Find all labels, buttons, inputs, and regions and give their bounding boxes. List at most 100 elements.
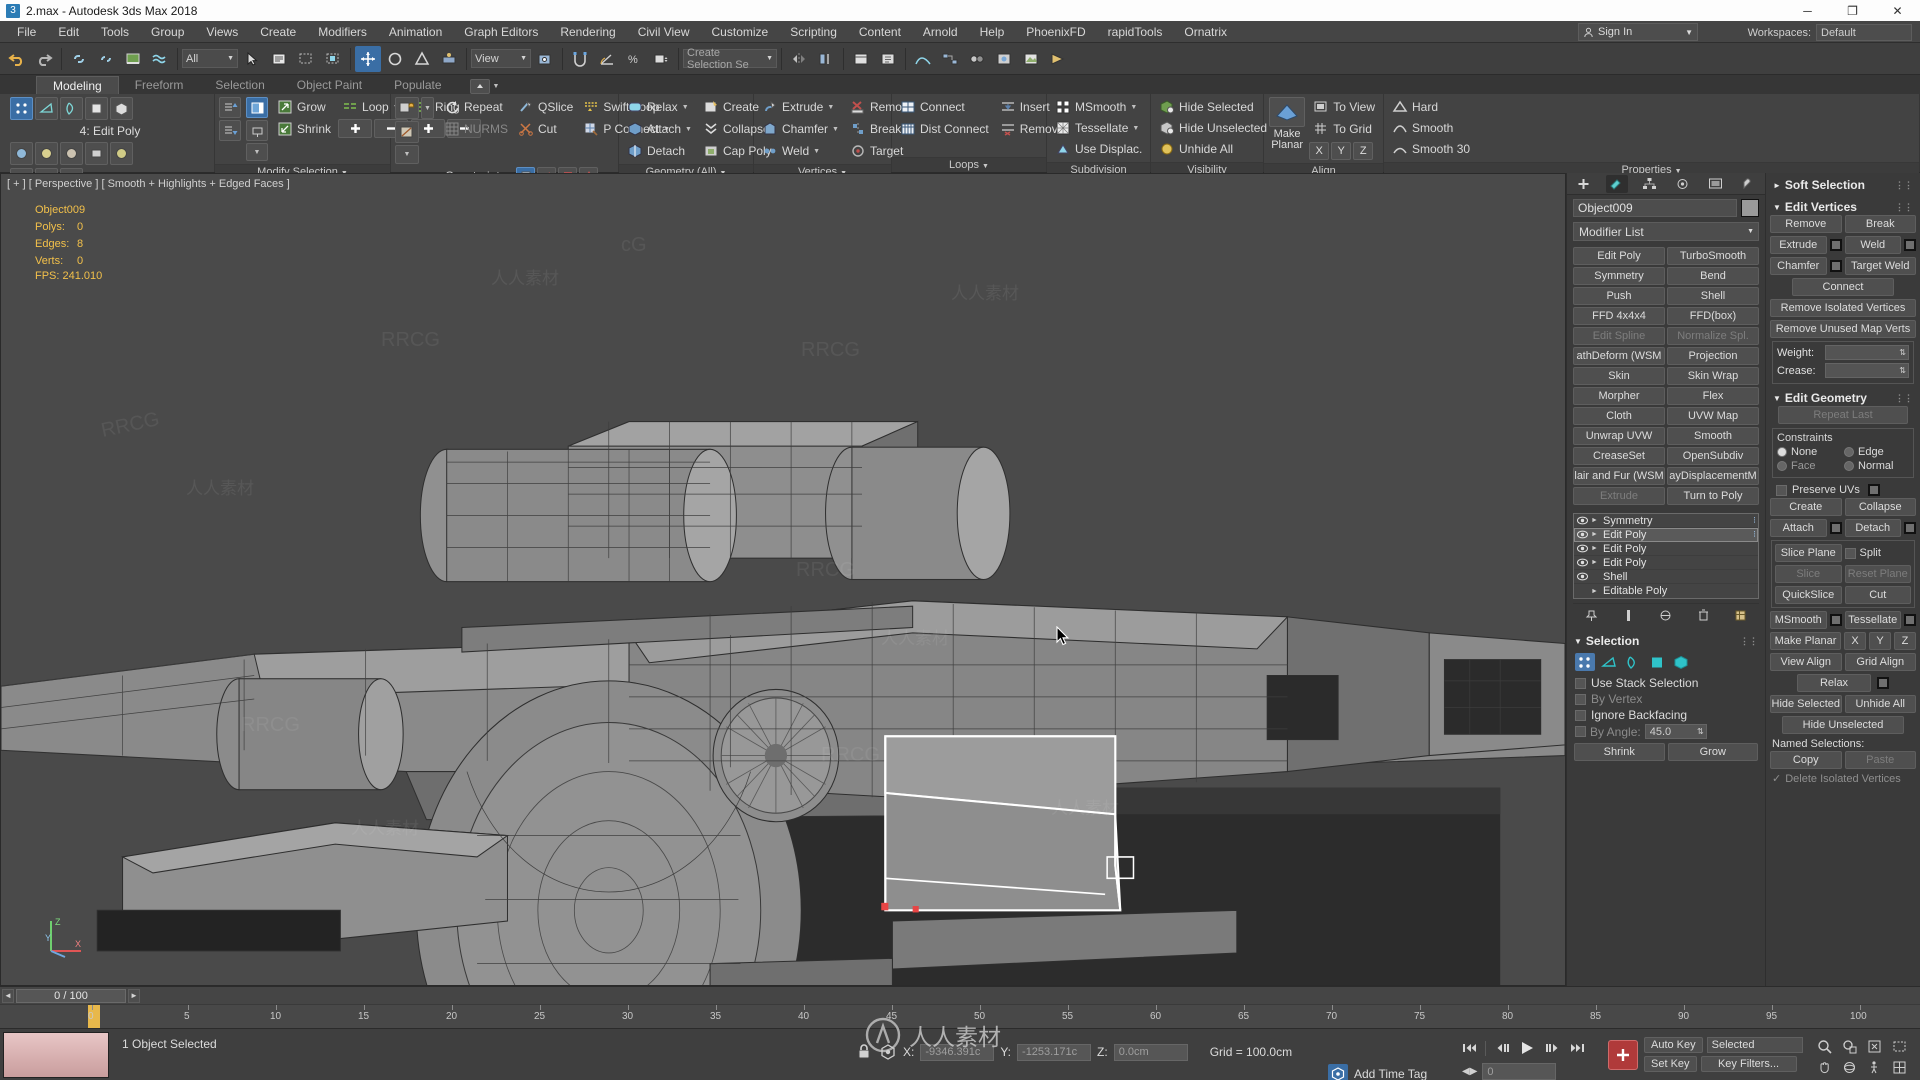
motion-tab-icon[interactable] — [1672, 175, 1694, 193]
modifier-turn-to-poly[interactable]: Turn to Poly — [1667, 487, 1759, 505]
chevron-down-icon[interactable]: ▼ — [493, 83, 500, 90]
stack-item-editable-poly[interactable]: ► Editable Poly — [1574, 584, 1758, 598]
go-to-start-icon[interactable] — [1460, 1039, 1478, 1057]
modifier-shell[interactable]: Shell — [1667, 287, 1759, 305]
constraint-edge-radio-row[interactable]: Edge — [1844, 446, 1909, 458]
next-frame-icon[interactable] — [1543, 1039, 1561, 1057]
extrude-settings-icon[interactable] — [1829, 239, 1842, 251]
expand-arrow-icon[interactable]: ► — [1591, 517, 1599, 524]
remove-isolated-vertices-button[interactable]: Remove Isolated Vertices — [1770, 299, 1916, 317]
selection-mode-polygon[interactable] — [1647, 653, 1667, 671]
smooth-button[interactable]: Smooth — [1388, 118, 1457, 138]
symmetry-tools-icon[interactable] — [35, 142, 58, 165]
constraint-normal-radio[interactable] — [1844, 461, 1854, 471]
modifier-normalize-spline[interactable]: Normalize Spl. — [1667, 327, 1759, 345]
remove-unused-map-verts-button[interactable]: Remove Unused Map Verts — [1770, 320, 1916, 338]
constraint-dropdown-icon[interactable]: ▼ — [421, 97, 434, 119]
menu-edit[interactable]: Edit — [47, 21, 90, 43]
by-angle-checkbox[interactable] — [1575, 726, 1586, 737]
reset-plane-button[interactable]: Reset Plane — [1844, 565, 1911, 583]
shrink-button[interactable]: Shrink — [273, 119, 335, 139]
reference-coordinate-system-select[interactable]: View ▼ — [471, 49, 531, 68]
detach-settings-icon[interactable] — [1904, 522, 1916, 534]
render-production-icon[interactable] — [1045, 46, 1071, 72]
ribbon-tab-object-paint[interactable]: Object Paint — [281, 76, 378, 94]
chevron-down-icon[interactable]: ▼ — [685, 126, 692, 133]
chamfer-vertices-button[interactable]: Chamfer — [1770, 257, 1827, 275]
minimize-button[interactable]: ─ — [1785, 0, 1830, 21]
mini-listener-window[interactable] — [3, 1032, 109, 1078]
pin-stack-icon[interactable] — [1585, 609, 1598, 622]
weld-settings-icon[interactable] — [1904, 239, 1916, 251]
selection-mode-border[interactable] — [1623, 653, 1643, 671]
qslice-button[interactable]: QSlice — [514, 97, 577, 117]
ribbon-minimize-control[interactable]: ▼ — [469, 79, 500, 94]
connect-button[interactable]: Connect — [896, 97, 993, 117]
modifier-skin[interactable]: Skin — [1573, 367, 1665, 385]
weight-spinner[interactable]: ⇅ — [1825, 345, 1909, 360]
ignore-backfacing-checkbox[interactable] — [1575, 709, 1586, 721]
split-checkbox[interactable] — [1844, 547, 1856, 559]
menu-customize[interactable]: Customize — [701, 21, 780, 43]
make-editable-poly-icon[interactable] — [110, 142, 133, 165]
select-down-stack-icon[interactable] — [219, 120, 241, 141]
modifier-push[interactable]: Push — [1573, 287, 1665, 305]
modifier-ffd-4x4x4[interactable]: FFD 4x4x4 — [1573, 307, 1665, 325]
select-object-icon[interactable] — [239, 46, 265, 72]
remove-modifier-icon[interactable] — [1697, 609, 1710, 622]
attach-button[interactable]: Attach ▼ — [623, 119, 696, 139]
z-coordinate-field[interactable]: 0.0cm — [1113, 1043, 1188, 1061]
stack-item-edit-poly-2[interactable]: ► Edit Poly — [1574, 542, 1758, 556]
dist-connect-button[interactable]: Dist Connect — [896, 119, 993, 139]
zoom-extents-icon[interactable] — [1865, 1037, 1883, 1055]
stack-item-symmetry[interactable]: ► Symmetry ⁝ — [1574, 514, 1758, 528]
previous-frame-icon[interactable] — [1493, 1039, 1511, 1057]
chevron-down-icon[interactable]: ▼ — [1685, 28, 1693, 37]
expand-arrow-icon[interactable]: ► — [1591, 545, 1599, 552]
constraint-normal-radio-row[interactable]: Normal — [1844, 460, 1909, 472]
by-vertex-row[interactable]: By Vertex — [1567, 691, 1765, 707]
menu-rendering[interactable]: Rendering — [549, 21, 626, 43]
make-planar-x-button[interactable]: X — [1844, 632, 1866, 650]
display-tab-icon[interactable] — [1705, 175, 1727, 193]
align-y-button[interactable]: Y — [1331, 142, 1352, 160]
modifier-projection[interactable]: Projection — [1667, 347, 1759, 365]
edit-more-icon[interactable]: ▼ — [395, 145, 419, 164]
ribbon-tab-freeform[interactable]: Freeform — [119, 76, 200, 94]
pin-stack-icon[interactable] — [246, 120, 268, 141]
eye-icon[interactable] — [1577, 530, 1588, 539]
use-stack-selection-row[interactable]: Use Stack Selection — [1567, 675, 1765, 691]
window-crossing-icon[interactable] — [320, 46, 346, 72]
frame-stepper-icon[interactable]: ◀▶ — [1462, 1066, 1477, 1077]
schematic-view-icon[interactable] — [937, 46, 963, 72]
maximize-button[interactable]: ❐ — [1830, 0, 1875, 21]
go-to-end-icon[interactable] — [1568, 1039, 1586, 1057]
key-filters-button[interactable]: Key Filters... — [1700, 1056, 1797, 1072]
detach-geometry-button[interactable]: Detach — [1844, 519, 1901, 537]
grow-button[interactable]: Grow — [273, 97, 335, 117]
rendered-frame-window-icon[interactable] — [1018, 46, 1044, 72]
modifier-edit-poly[interactable]: Edit Poly — [1573, 247, 1665, 265]
stack-item-edit-poly-1[interactable]: ► Edit Poly ⁝ — [1574, 528, 1758, 542]
stack-item-shell[interactable]: Shell — [1574, 570, 1758, 584]
edit-vertices-rollout-header[interactable]: ▼ Edit Vertices ⋮⋮ — [1766, 199, 1920, 215]
menu-views[interactable]: Views — [195, 21, 249, 43]
modifier-bend[interactable]: Bend — [1667, 267, 1759, 285]
create-tab-icon[interactable] — [1573, 175, 1595, 193]
selection-mode-element[interactable] — [1671, 653, 1691, 671]
copy-named-selection-button[interactable]: Copy — [1770, 751, 1842, 769]
by-vertex-checkbox[interactable] — [1575, 693, 1586, 705]
tessellate-settings-icon[interactable] — [1904, 614, 1916, 626]
make-unique-icon[interactable] — [1659, 609, 1672, 622]
menu-civil-view[interactable]: Civil View — [627, 21, 701, 43]
redo-icon[interactable] — [31, 46, 57, 72]
timeline-prev-button[interactable]: ◄ — [2, 988, 14, 1003]
by-angle-spinner[interactable]: 45.0 ⇅ — [1644, 724, 1707, 739]
percent-snap-icon[interactable]: % — [621, 46, 647, 72]
attach-settings-icon[interactable] — [1829, 522, 1842, 534]
curve-editor-icon[interactable] — [910, 46, 936, 72]
eye-icon[interactable] — [1577, 572, 1588, 581]
utilities-tab-icon[interactable] — [1738, 175, 1760, 193]
key-filter-select[interactable]: Selected — [1706, 1037, 1803, 1053]
vertex-mode-icon[interactable] — [10, 97, 33, 120]
